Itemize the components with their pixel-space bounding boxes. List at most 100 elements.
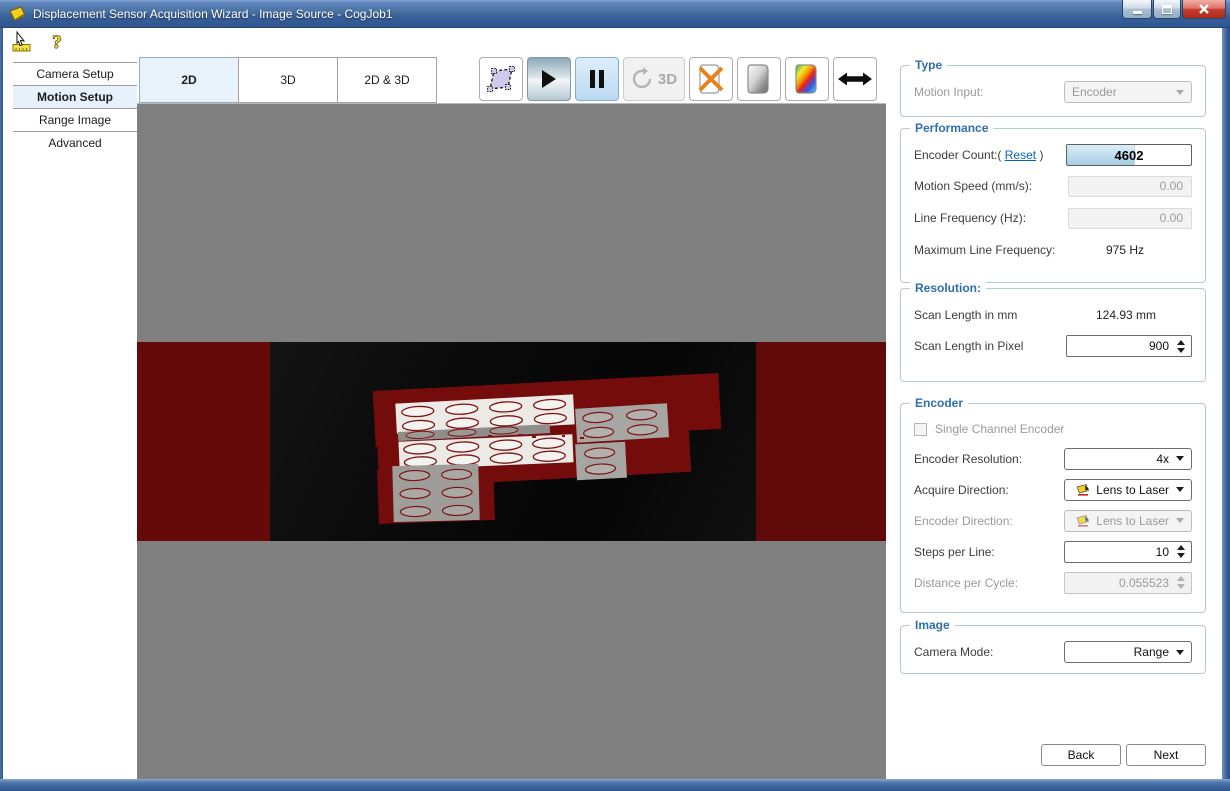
window-border-right: [1222, 28, 1230, 779]
encoder-count-reset-link[interactable]: Reset: [1005, 148, 1036, 162]
settings-panel: Type Motion Input: Encoder Performance: [886, 55, 1222, 779]
view-tabs: 2D 3D 2D & 3D: [139, 57, 437, 103]
scan-length-px-stepper[interactable]: 900: [1066, 335, 1192, 357]
maximize-icon: [1162, 5, 1172, 14]
svg-text:?: ?: [52, 32, 62, 53]
motion-speed-label: Motion Speed (mm/s):: [914, 179, 1032, 193]
chevron-down-icon: [1176, 650, 1184, 655]
range-saturation-band-right: [756, 342, 886, 541]
motion-input-label: Motion Input:: [914, 85, 983, 99]
sidebar-item-camera-setup[interactable]: Camera Setup: [13, 62, 137, 85]
distance-per-cycle-stepper: 0.055523: [1064, 572, 1192, 594]
minimize-icon: [1133, 11, 1142, 14]
group-performance-title: Performance: [910, 121, 993, 135]
encoder-resolution-label: Encoder Resolution:: [914, 452, 1022, 466]
pointer-ruler-icon[interactable]: [11, 30, 35, 54]
sidebar-item-motion-setup[interactable]: Motion Setup: [13, 85, 137, 108]
steps-per-line-label: Steps per Line:: [914, 545, 995, 559]
no-colormap-button[interactable]: [689, 57, 733, 101]
encoder-direction-value: Lens to Laser: [1096, 514, 1169, 528]
camera-mode-value: Range: [1134, 645, 1169, 659]
next-button[interactable]: Next: [1126, 744, 1206, 766]
steps-per-line-stepper[interactable]: 10: [1064, 541, 1192, 563]
view-toolbar: 2D 3D 2D & 3D: [137, 55, 886, 103]
motion-speed-field: 0.00: [1068, 176, 1192, 197]
group-type-title: Type: [910, 58, 947, 72]
single-channel-encoder-checkbox: [914, 423, 927, 436]
encoder-resolution-value: 4x: [1156, 452, 1169, 466]
group-image-title: Image: [910, 618, 955, 632]
chevron-down-icon: [1176, 487, 1184, 492]
spin-up-icon[interactable]: [1177, 545, 1185, 550]
grayscale-view-button[interactable]: [737, 57, 781, 101]
spin-up-icon[interactable]: [1177, 340, 1185, 345]
max-line-frequency-label: Maximum Line Frequency:: [914, 243, 1055, 257]
lens-to-laser-icon: [1076, 484, 1092, 496]
scan-length-mm-label: Scan Length in mm: [914, 308, 1017, 322]
tab-3d[interactable]: 3D: [238, 57, 338, 103]
tab-2d-and-3d[interactable]: 2D & 3D: [337, 57, 437, 103]
colormap-view-button[interactable]: [785, 57, 829, 101]
play-icon: [541, 70, 557, 88]
camera-mode-label: Camera Mode:: [914, 645, 993, 659]
spin-down-icon: [1177, 584, 1185, 589]
roi-region-icon: [486, 66, 516, 92]
back-button[interactable]: Back: [1041, 744, 1121, 766]
encoder-direction-label: Encoder Direction:: [914, 514, 1013, 528]
single-channel-encoder-checkbox-row: Single Channel Encoder: [914, 422, 1064, 436]
distance-per-cycle-value: 0.055523: [1119, 576, 1169, 590]
window-title: Displacement Sensor Acquisition Wizard -…: [33, 7, 393, 21]
sidebar-item-advanced[interactable]: Advanced: [13, 131, 137, 154]
spin-up-icon: [1177, 576, 1185, 581]
play-button[interactable]: [527, 57, 571, 101]
fit-width-icon: [837, 71, 873, 87]
acquire-direction-value: Lens to Laser: [1096, 483, 1169, 497]
range-image-canvas[interactable]: [137, 103, 886, 779]
chevron-down-icon: [1176, 90, 1184, 95]
motion-input-value: Encoder: [1072, 85, 1117, 99]
titlebar[interactable]: Displacement Sensor Acquisition Wizard -…: [0, 0, 1230, 28]
camera-mode-select[interactable]: Range: [1064, 641, 1192, 663]
help-icon[interactable]: ?: [45, 30, 69, 54]
page-no-colormap-icon: [697, 64, 725, 94]
range-image-strip: [137, 342, 886, 541]
rotate-3d-button: 3D: [623, 57, 685, 101]
rotate-3d-label: 3D: [658, 71, 677, 88]
spin-down-icon[interactable]: [1177, 553, 1185, 558]
encoder-count-value: 4602: [1067, 145, 1191, 165]
chevron-down-icon: [1176, 456, 1184, 461]
chevron-down-icon: [1176, 518, 1184, 523]
group-type: Type Motion Input: Encoder: [900, 65, 1206, 117]
sidebar-item-range-image[interactable]: Range Image: [13, 108, 137, 131]
encoder-count-label-suffix: ): [1039, 148, 1043, 162]
minimize-button[interactable]: [1122, 0, 1152, 19]
close-button[interactable]: [1182, 0, 1226, 19]
wizard-nav-sidebar: Camera Setup Motion Setup Range Image Ad…: [3, 55, 137, 779]
encoder-count-field: 4602: [1066, 144, 1192, 166]
lens-to-laser-icon: [1076, 515, 1092, 527]
client-area: ? Camera Setup Motion Setup Range Image …: [3, 28, 1222, 779]
motion-input-select: Encoder: [1064, 81, 1192, 103]
line-frequency-value: 0.00: [1160, 211, 1183, 225]
distance-per-cycle-label: Distance per Cycle:: [914, 576, 1018, 590]
encoder-resolution-select[interactable]: 4x: [1064, 448, 1192, 470]
maximize-button[interactable]: [1153, 0, 1181, 19]
scan-length-px-value: 900: [1149, 339, 1169, 353]
fit-width-button[interactable]: [833, 57, 877, 101]
pause-icon: [590, 70, 605, 88]
range-scan-objects: [270, 342, 756, 541]
scan-length-px-label: Scan Length in Pixel: [914, 339, 1023, 353]
page-colormap-icon: [794, 64, 820, 94]
pause-button[interactable]: [575, 57, 619, 101]
steps-per-line-value: 10: [1156, 545, 1169, 559]
roi-region-button[interactable]: [479, 57, 523, 101]
line-frequency-field: 0.00: [1068, 208, 1192, 229]
app-icon: [9, 6, 26, 21]
app-toolbar: ?: [3, 28, 1222, 55]
spin-down-icon[interactable]: [1177, 348, 1185, 353]
tab-2d[interactable]: 2D: [139, 57, 239, 103]
range-scan-view: [270, 342, 756, 541]
window-border-bottom: [0, 779, 1230, 791]
group-encoder-title: Encoder: [910, 396, 968, 410]
acquire-direction-select[interactable]: Lens to Laser: [1064, 479, 1192, 501]
